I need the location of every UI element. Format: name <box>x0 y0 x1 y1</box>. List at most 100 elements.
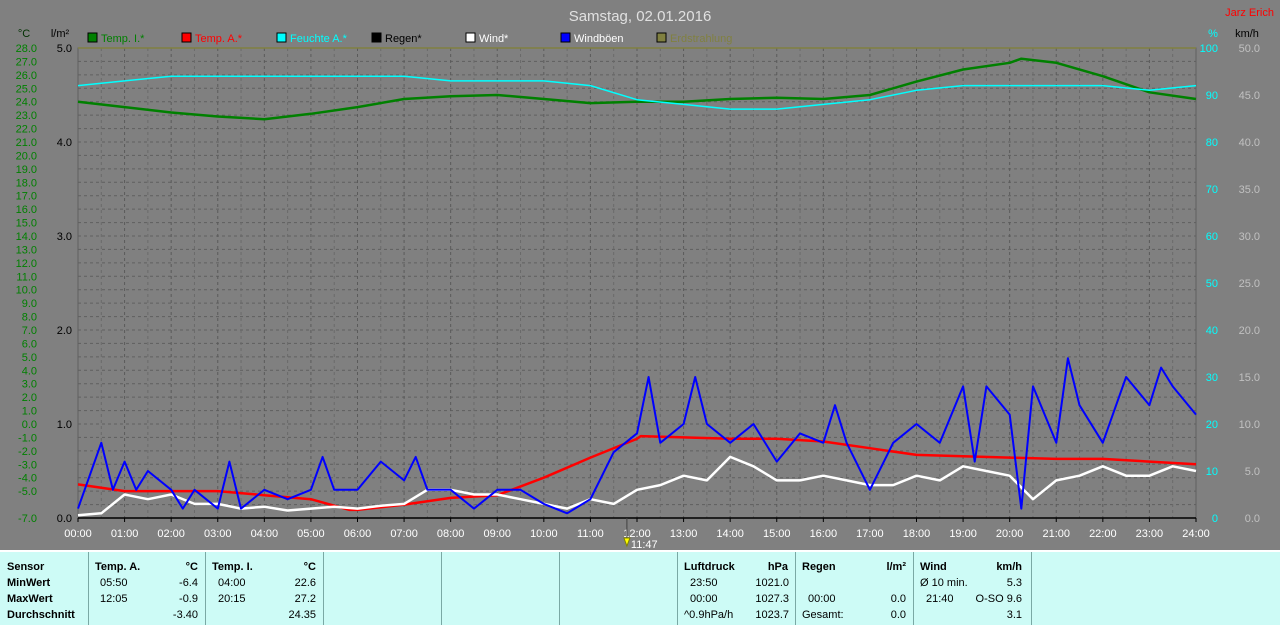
pressure-average: 1023.7 <box>755 609 789 621</box>
panel-divider <box>913 552 914 625</box>
time-tick-label: 05:00 <box>297 528 325 540</box>
temp-i-max-value: 27.2 <box>294 593 316 605</box>
temp-tick-label: 10.0 <box>16 285 37 297</box>
temp-tick-label: 17.0 <box>16 191 37 203</box>
wind-tick-label: 25.0 <box>1239 278 1260 290</box>
rain-max-time: 00:00 <box>808 593 836 605</box>
maxwert-label: MaxWert <box>7 593 53 605</box>
temp-tick-label: 11.0 <box>16 271 37 283</box>
unit-wind-label: km/h <box>1235 28 1259 40</box>
pressure-max-time: 00:00 <box>690 593 718 605</box>
panel-divider <box>559 552 560 625</box>
author-label: Jarz Erich <box>1225 7 1274 19</box>
panel-divider <box>1031 552 1032 625</box>
temp-tick-label: 16.0 <box>16 204 37 216</box>
temp-tick-label: -2.0 <box>18 446 37 458</box>
rain-tick-label: 3.0 <box>57 231 72 243</box>
temp-tick-label: 3.0 <box>22 379 37 391</box>
wind-tick-label: 0.0 <box>1245 513 1260 525</box>
wind-average: 3.1 <box>1006 609 1022 621</box>
temp-a-max-value: -0.9 <box>179 593 198 605</box>
temp-tick-label: 6.0 <box>22 338 37 350</box>
unit-rain-label: l/m² <box>51 28 70 40</box>
pressure-trend: ^0.9hPa/h <box>684 609 734 621</box>
weather-chart: 28.027.026.025.024.023.022.021.020.019.0… <box>0 0 1280 550</box>
temp-tick-label: 13.0 <box>16 244 37 256</box>
temp-a-title: Temp. A. <box>95 561 141 573</box>
legend-swatch <box>656 32 667 43</box>
rain-max-value: 0.0 <box>890 593 906 605</box>
pressure-min-value: 1021.0 <box>755 577 789 589</box>
temp-i-unit: °C <box>303 561 316 573</box>
humidity-tick-label: 30 <box>1206 372 1218 384</box>
minwert-label: MinWert <box>7 577 51 589</box>
temp-tick-label: 28.0 <box>16 43 37 55</box>
statistics-panel: Sensor MinWert MaxWert Durchschnitt Temp… <box>0 550 1280 625</box>
wind-tick-label: 10.0 <box>1239 419 1260 431</box>
chart-title: Samstag, 02.01.2016 <box>569 8 712 25</box>
time-tick-label: 01:00 <box>111 528 139 540</box>
pressure-max-value: 1027.3 <box>755 593 789 605</box>
time-tick-label: 18:00 <box>903 528 931 540</box>
temp-i-min-time: 04:00 <box>218 577 246 589</box>
humidity-tick-label: 80 <box>1206 137 1218 149</box>
temp-tick-label: 0.0 <box>22 419 37 431</box>
wind-title: Wind <box>920 561 947 573</box>
wind-max-time: 21:40 <box>926 593 954 605</box>
time-tick-label: 16:00 <box>810 528 838 540</box>
wind-tick-label: 30.0 <box>1239 231 1260 243</box>
temp-tick-label: 20.0 <box>16 150 37 162</box>
legend-label: Erdstrahlung <box>670 33 732 45</box>
temp-tick-label: 9.0 <box>22 298 37 310</box>
wind-tick-label: 50.0 <box>1239 43 1260 55</box>
legend-swatch <box>87 32 98 43</box>
temp-tick-label: -5.0 <box>18 486 37 498</box>
time-tick-label: 22:00 <box>1089 528 1117 540</box>
temp-tick-label: 12.0 <box>16 258 37 270</box>
temp-tick-label: 22.0 <box>16 124 37 136</box>
pressure-title: Luftdruck <box>684 561 735 573</box>
temp-tick-label: 27.0 <box>16 56 37 68</box>
legend-label: Temp. I.* <box>101 33 145 45</box>
temp-tick-label: 8.0 <box>22 312 37 324</box>
temp-tick-label: 5.0 <box>22 352 37 364</box>
pressure-min-time: 23:50 <box>690 577 718 589</box>
temp-tick-label: -4.0 <box>18 473 37 485</box>
legend-swatch <box>276 32 287 43</box>
humidity-tick-label: 100 <box>1200 43 1218 55</box>
temp-tick-label: 25.0 <box>16 83 37 95</box>
temp-tick-label: 15.0 <box>16 218 37 230</box>
time-tick-label: 07:00 <box>390 528 418 540</box>
rain-title: Regen <box>802 561 836 573</box>
rain-total-label: Gesamt: <box>802 609 844 621</box>
time-tick-label: 00:00 <box>64 528 92 540</box>
pressure-unit: hPa <box>767 561 788 573</box>
panel-divider <box>677 552 678 625</box>
rain-tick-label: 1.0 <box>57 419 72 431</box>
temp-a-min-time: 05:50 <box>100 577 128 589</box>
time-tick-label: 20:00 <box>996 528 1024 540</box>
humidity-tick-label: 20 <box>1206 419 1218 431</box>
legend-label: Temp. A.* <box>195 33 243 45</box>
time-tick-label: 19:00 <box>949 528 977 540</box>
legend-swatch <box>181 32 192 43</box>
panel-divider <box>795 552 796 625</box>
legend-swatch <box>560 32 571 43</box>
temp-tick-label: 2.0 <box>22 392 37 404</box>
temp-tick-label: 4.0 <box>22 365 37 377</box>
time-tick-label: 02:00 <box>157 528 185 540</box>
time-tick-label: 23:00 <box>1136 528 1164 540</box>
time-tick-label: 08:00 <box>437 528 465 540</box>
temp-tick-label: -1.0 <box>18 432 37 444</box>
legend-swatch <box>371 32 382 43</box>
legend-label: Regen* <box>385 33 422 45</box>
wind-tick-label: 15.0 <box>1239 372 1260 384</box>
panel-divider <box>323 552 324 625</box>
humidity-tick-label: 0 <box>1212 513 1218 525</box>
panel-divider <box>205 552 206 625</box>
temp-a-unit: °C <box>185 561 198 573</box>
temp-tick-label: -7.0 <box>18 513 37 525</box>
temp-a-min-value: -6.4 <box>179 577 198 589</box>
temp-tick-label: 18.0 <box>16 177 37 189</box>
legend-swatch <box>465 32 476 43</box>
